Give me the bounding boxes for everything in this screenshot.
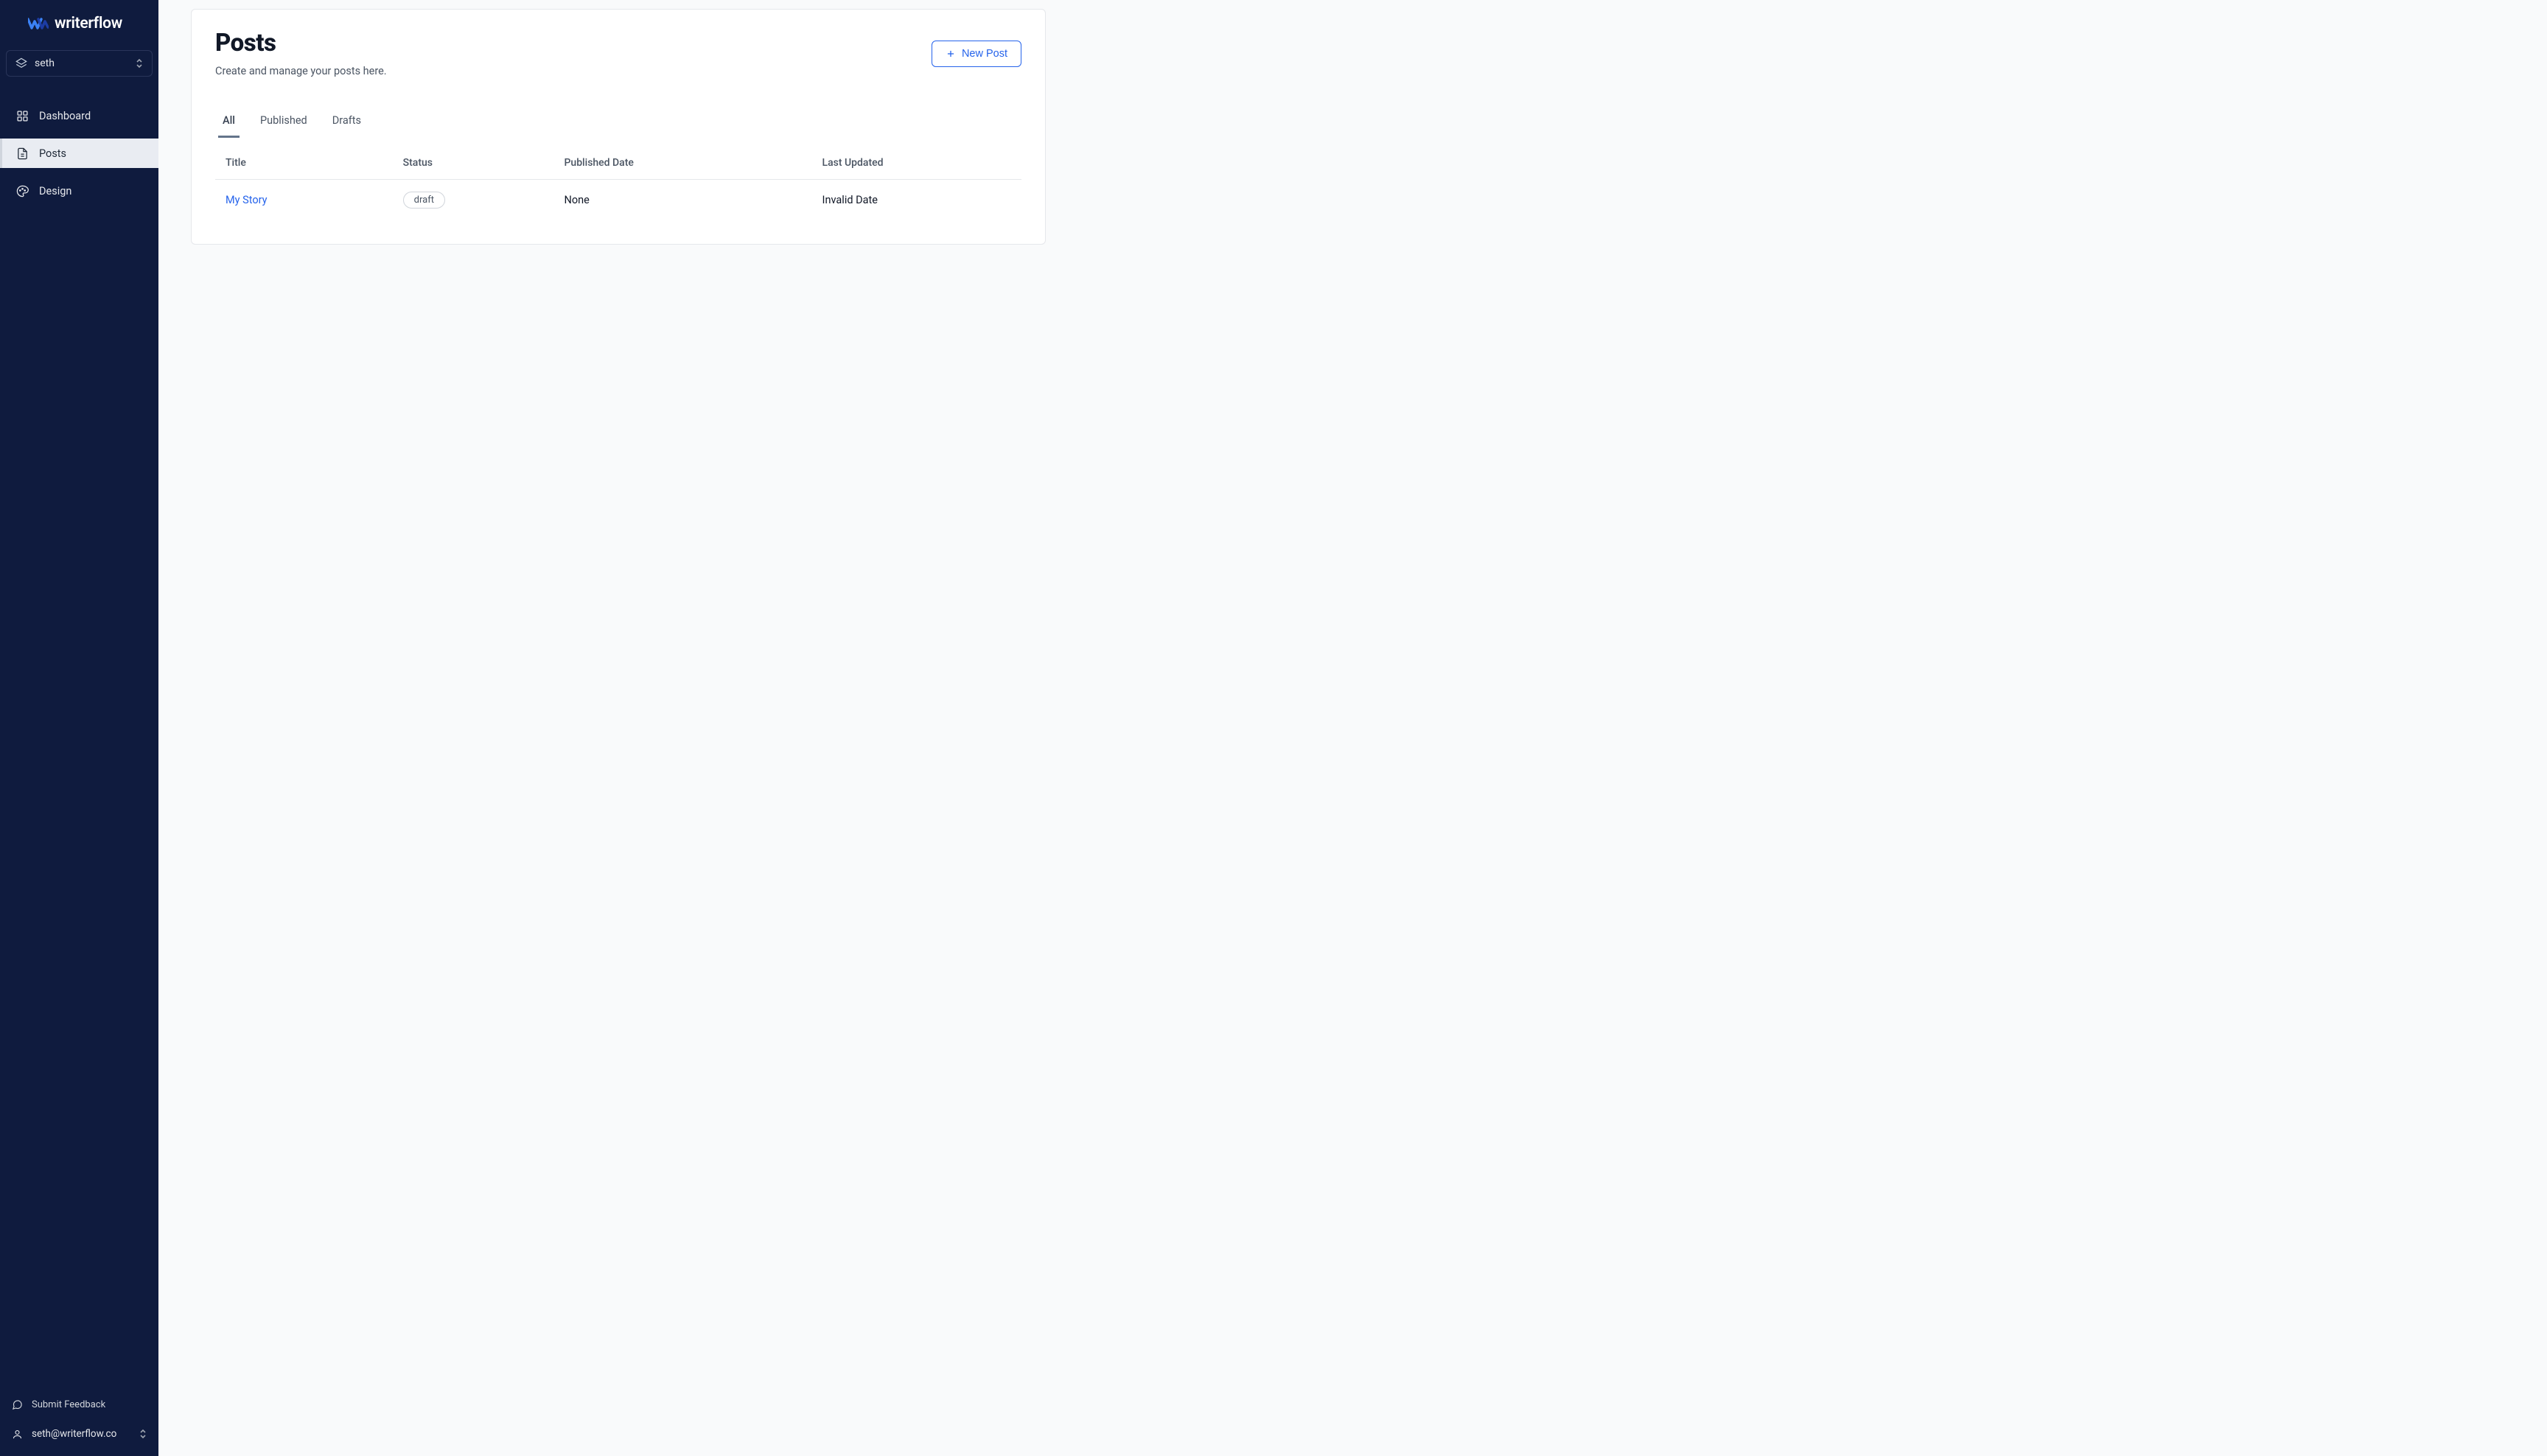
sidebar: writerflow seth [0, 0, 158, 1456]
brand-name: writerflow [55, 15, 122, 32]
sidebar-footer: Submit Feedback seth@writerflow.co [0, 1386, 158, 1456]
posts-table: Title Status Published Date Last Updated… [215, 148, 1021, 220]
table-row: My Story draft None Invalid Date [215, 180, 1021, 221]
new-post-button[interactable]: New Post [932, 41, 1021, 67]
posts-card: Posts Create and manage your posts here.… [191, 9, 1046, 245]
user-icon [12, 1429, 23, 1440]
brand-logo: writerflow [0, 0, 158, 43]
col-published: Published Date [553, 148, 811, 180]
tab-all[interactable]: All [218, 110, 240, 138]
updated-date: Invalid Date [812, 180, 1021, 221]
tabs: All Published Drafts [215, 110, 1021, 138]
layers-icon [15, 57, 27, 69]
sidebar-item-label: Design [39, 185, 71, 197]
tab-drafts[interactable]: Drafts [328, 110, 366, 138]
page-header: Posts Create and manage your posts here.… [215, 29, 1021, 77]
new-post-label: New Post [962, 48, 1007, 60]
org-selector[interactable]: seth [6, 50, 153, 77]
grid-icon [15, 109, 29, 122]
sidebar-item-posts[interactable]: Posts [0, 139, 158, 168]
document-icon [15, 147, 29, 160]
tab-published[interactable]: Published [256, 110, 312, 138]
status-badge: draft [403, 192, 445, 209]
page-title: Posts [215, 29, 387, 57]
sidebar-item-design[interactable]: Design [0, 175, 158, 206]
submit-feedback-link[interactable]: Submit Feedback [0, 1392, 158, 1418]
sidebar-item-label: Dashboard [39, 110, 91, 122]
chevrons-updown-icon [139, 1429, 147, 1439]
col-updated: Last Updated [812, 148, 1021, 180]
feedback-label: Submit Feedback [32, 1399, 105, 1410]
org-name: seth [35, 57, 55, 69]
published-date: None [553, 180, 811, 221]
col-title: Title [215, 148, 393, 180]
plus-icon [946, 49, 956, 59]
sidebar-item-label: Posts [39, 147, 66, 160]
post-title-link[interactable]: My Story [226, 194, 268, 206]
main-content: Posts Create and manage your posts here.… [158, 0, 2547, 1456]
col-status: Status [393, 148, 554, 180]
palette-icon [15, 184, 29, 197]
sidebar-item-dashboard[interactable]: Dashboard [0, 100, 158, 131]
sidebar-nav: Dashboard Posts Design [0, 90, 158, 212]
chevrons-updown-icon [136, 58, 143, 69]
user-menu[interactable]: seth@writerflow.co [0, 1418, 158, 1450]
page-subtitle: Create and manage your posts here. [215, 65, 387, 77]
user-email: seth@writerflow.co [32, 1428, 116, 1440]
chat-icon [12, 1399, 23, 1410]
logo-mark-icon [28, 17, 49, 30]
